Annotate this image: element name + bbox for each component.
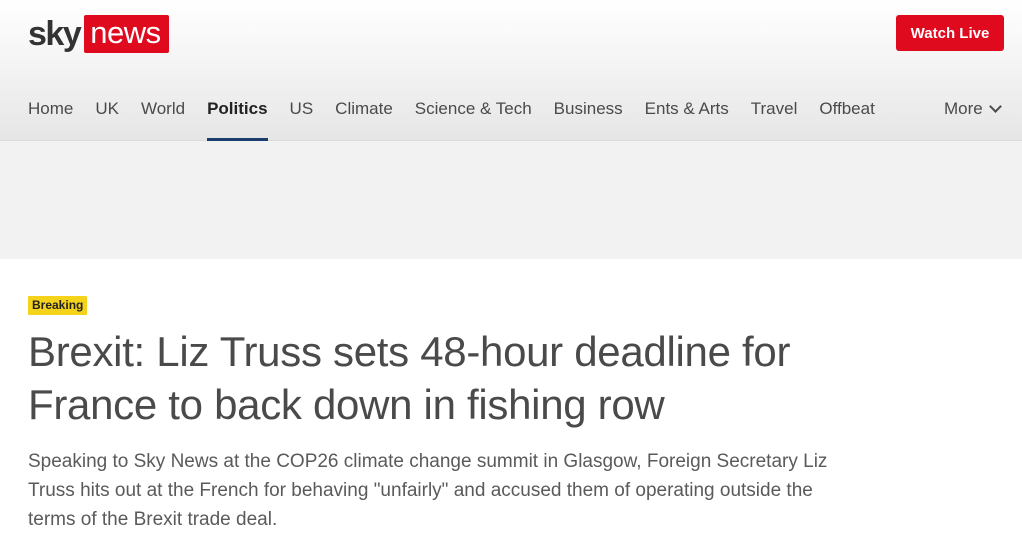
nav-more-button[interactable]: More	[944, 99, 1002, 119]
logo-news-text: news	[84, 15, 169, 53]
breaking-badge: Breaking	[28, 296, 88, 315]
nav-item-science-tech[interactable]: Science & Tech	[415, 88, 532, 141]
nav-item-ents-arts[interactable]: Ents & Arts	[645, 88, 729, 141]
nav-item-politics[interactable]: Politics	[207, 88, 269, 141]
nav-item-business[interactable]: Business	[554, 88, 623, 141]
logo-sky-text: sky	[28, 15, 82, 53]
nav-item-travel[interactable]: Travel	[751, 88, 798, 141]
nav-item-home[interactable]: Home	[28, 88, 73, 141]
article-standfirst: Speaking to Sky News at the COP26 climat…	[28, 451, 828, 530]
nav-item-world[interactable]: World	[141, 88, 185, 141]
nav-item-offbeat[interactable]: Offbeat	[819, 88, 874, 141]
masthead: sky news Watch Live Home UK World Politi…	[0, 0, 1022, 141]
advert-placeholder	[0, 141, 1022, 259]
nav-item-us[interactable]: US	[290, 88, 314, 141]
watch-live-button[interactable]: Watch Live	[896, 15, 1004, 51]
main-nav: Home UK World Politics US Climate Scienc…	[28, 88, 897, 141]
nav-item-uk[interactable]: UK	[95, 88, 119, 141]
article: Breaking Brexit: Liz Truss sets 48-hour …	[28, 296, 828, 534]
nav-item-climate[interactable]: Climate	[335, 88, 393, 141]
sky-news-logo[interactable]: sky news	[28, 14, 169, 54]
nav-more-label: More	[944, 99, 983, 118]
chevron-down-icon	[988, 100, 1002, 113]
article-headline: Brexit: Liz Truss sets 48-hour deadline …	[28, 328, 791, 428]
